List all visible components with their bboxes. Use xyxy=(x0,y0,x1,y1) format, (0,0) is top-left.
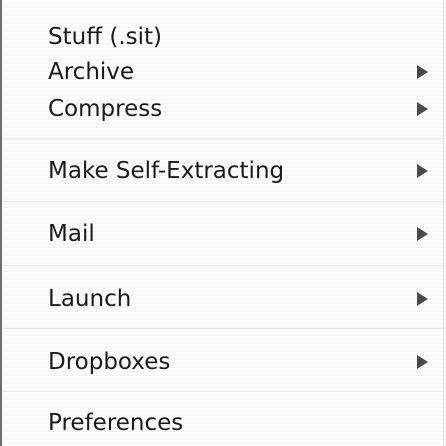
submenu-arrow-icon xyxy=(417,164,428,178)
menu-item-label: Compress xyxy=(48,96,163,122)
menu-separator xyxy=(2,328,444,329)
menu-item-label: Mail xyxy=(48,221,95,247)
menu-item-compress[interactable]: Compress xyxy=(2,90,444,128)
submenu-arrow-icon xyxy=(417,65,428,79)
menu-separator xyxy=(2,138,444,139)
menu-item-preferences[interactable]: Preferences xyxy=(2,404,444,442)
menu-item-mail[interactable]: Mail xyxy=(2,215,444,253)
menu-item-label: Stuff (.sit) xyxy=(48,24,163,50)
menu-separator xyxy=(2,201,444,202)
menu-item-label: Preferences xyxy=(48,410,184,436)
menu-item-launch[interactable]: Launch xyxy=(2,280,444,318)
menu-item-dropboxes[interactable]: Dropboxes xyxy=(2,343,444,381)
menu-item-label: Archive xyxy=(48,59,135,85)
menu-item-label: Launch xyxy=(48,286,132,312)
submenu-arrow-icon xyxy=(417,227,428,241)
submenu-arrow-icon xyxy=(417,355,428,369)
context-menu: Stuff (.sit) Archive Compress Make Self-… xyxy=(0,0,444,446)
menu-separator xyxy=(2,391,444,392)
menu-item-label: Dropboxes xyxy=(48,349,171,375)
menu-item-make-self-extracting[interactable]: Make Self-Extracting xyxy=(2,152,444,190)
menu-item-archive[interactable]: Archive xyxy=(2,53,444,91)
menu-item-stuff-sit[interactable]: Stuff (.sit) xyxy=(2,18,444,56)
menu-item-label: Make Self-Extracting xyxy=(48,158,285,184)
menu-separator xyxy=(2,265,444,266)
submenu-arrow-icon xyxy=(417,102,428,116)
submenu-arrow-icon xyxy=(417,292,428,306)
